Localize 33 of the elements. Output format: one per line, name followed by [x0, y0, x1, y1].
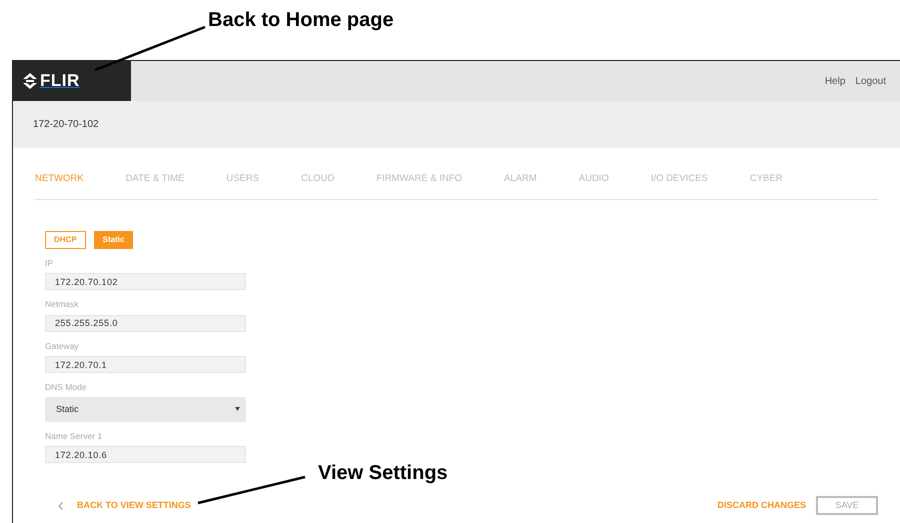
input-field[interactable]: 172.20.70.102 — [45, 273, 246, 290]
logo-text: FLIR — [40, 70, 80, 92]
field-label: DNS Mode — [45, 383, 88, 392]
dropdown[interactable]: Static — [45, 396, 246, 422]
tab[interactable]: FIRMWARE & INFO — [376, 172, 462, 186]
home-logo[interactable]: FLIR — [13, 61, 131, 101]
tab[interactable]: USERS — [226, 172, 260, 186]
tab[interactable]: DATE & TIME — [126, 172, 184, 186]
callout-label: View Settings — [318, 461, 448, 486]
device-name: 172-20-70-102 — [33, 118, 99, 132]
field-label: Name Server 1 — [45, 432, 104, 440]
field-label: IP — [45, 258, 54, 268]
logo-icon — [23, 73, 37, 89]
tab[interactable]: I/O DEVICES — [650, 172, 708, 186]
caret-icon — [235, 407, 240, 412]
field-label: Netmask — [45, 300, 80, 309]
input-field[interactable]: 255.255.255.0 — [45, 314, 246, 332]
tab[interactable]: NETWORK — [35, 172, 84, 186]
tab[interactable]: AUDIO — [578, 172, 609, 186]
mode-button[interactable]: DHCP — [45, 231, 86, 249]
tab[interactable]: ALARM — [504, 172, 537, 186]
tab[interactable]: CLOUD — [301, 172, 334, 186]
field-label: Gateway — [45, 342, 80, 350]
chevron-left-icon[interactable] — [58, 502, 63, 510]
callout-label: Back to Home page — [208, 8, 394, 33]
input-field[interactable]: 172.20.70.1 — [45, 356, 246, 374]
tab[interactable]: CYBER — [750, 172, 783, 186]
mode-button[interactable]: Static — [94, 231, 134, 249]
header-link[interactable]: Logout — [855, 74, 886, 88]
discard-link[interactable]: DISCARD CHANGES — [717, 498, 806, 512]
input-field[interactable]: 172.20.10.6 — [45, 446, 246, 464]
header-link[interactable]: Help — [824, 74, 846, 88]
back-link[interactable]: BACK TO VIEW SETTINGS — [77, 498, 191, 512]
